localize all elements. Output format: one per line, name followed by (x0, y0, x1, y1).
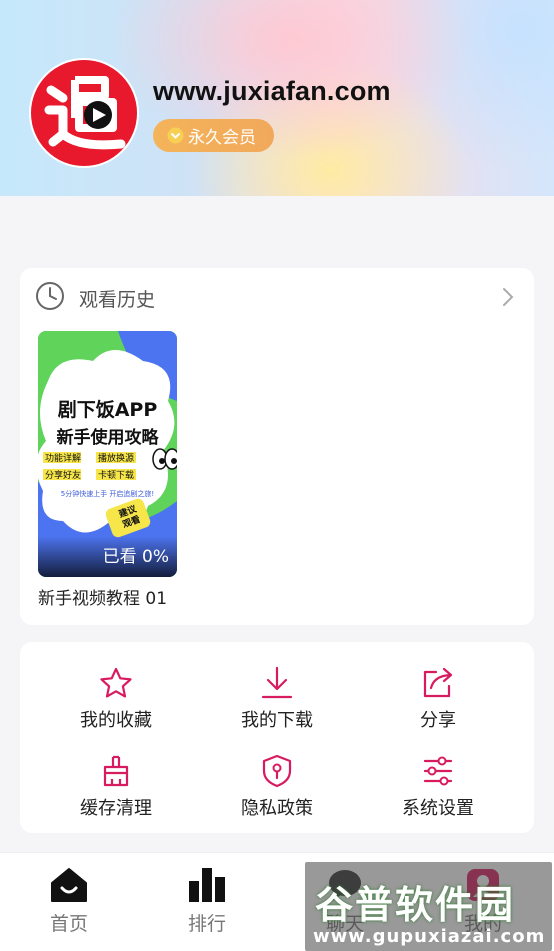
sliders-icon (420, 754, 456, 788)
menu-label: 我的收藏 (80, 710, 152, 731)
watch-history-title: 观看历史 (79, 288, 156, 311)
tab-ranking[interactable]: 排行 (162, 867, 252, 936)
menu-item-share[interactable]: 分享 (368, 666, 508, 732)
menu-item-privacy-policy[interactable]: 隐私政策 (207, 754, 347, 820)
app-logo (29, 58, 139, 168)
menu-label: 分享 (420, 710, 456, 731)
watch-history-header[interactable]: 观看历史 (35, 281, 519, 315)
video-thumbnail[interactable]: 剧下饭APP 新手使用攻略 功能详解 播放换源 分享好友 卡顿下载 5分钟快速上… (38, 331, 177, 577)
vip-badge[interactable]: 永久会员 (153, 119, 274, 152)
tab-label: 排行 (187, 913, 226, 935)
watermark-url: www.gupuxiazai.com (313, 926, 546, 947)
menu-label: 系统设置 (402, 798, 474, 819)
poster-tag: 播放换源 (98, 454, 135, 464)
history-video-item[interactable]: 剧下饭APP 新手使用攻略 功能详解 播放换源 分享好友 卡顿下载 5分钟快速上… (38, 331, 178, 609)
download-icon (259, 666, 295, 700)
video-title: 新手视频教程 01 (38, 589, 168, 609)
menu-label: 缓存清理 (80, 798, 152, 819)
clock-icon (35, 281, 65, 315)
star-icon (98, 666, 134, 700)
share-icon (420, 666, 456, 700)
broom-icon (98, 754, 134, 788)
chart-icon (188, 867, 226, 907)
watermark-overlay: 谷普软件园 www.gupuxiazai.com (305, 862, 552, 951)
home-icon (50, 867, 88, 907)
menu-label: 我的下载 (241, 710, 313, 731)
watch-history-card: 观看历史 剧下饭APP 新手使用攻略 功能详解 播放换源 分享好友 卡顿下载 5… (20, 268, 534, 625)
watermark-title: 谷普软件园 (315, 883, 516, 927)
poster-subtitle: 新手使用攻略 (56, 428, 159, 448)
chevron-right-icon[interactable] (501, 286, 515, 312)
watch-progress: 已看 0% (102, 547, 169, 567)
poster-title: 剧下饭APP (57, 399, 158, 421)
menu-item-downloads[interactable]: 我的下载 (207, 666, 347, 732)
menu-item-system-settings[interactable]: 系统设置 (368, 754, 508, 820)
menu-item-clear-cache[interactable]: 缓存清理 (46, 754, 186, 820)
site-name: www.juxiafan.com (153, 76, 391, 106)
tab-label: 首页 (49, 913, 88, 935)
shield-icon (259, 754, 295, 788)
profile-header: www.juxiafan.com 永久会员 (0, 0, 554, 196)
menu-label: 隐私政策 (241, 798, 313, 819)
tab-home[interactable]: 首页 (24, 867, 114, 936)
function-menu-card: 我的收藏 我的下载 分享 缓存清理 隐私政策 系统设置 (20, 642, 534, 833)
poster-tag: 卡顿下载 (98, 471, 135, 481)
heart-chevron-icon (167, 127, 184, 144)
menu-item-favorites[interactable]: 我的收藏 (46, 666, 186, 732)
poster-tagline: 5分钟快速上手 开启追剧之旅! (60, 490, 155, 498)
vip-label: 永久会员 (188, 128, 256, 148)
